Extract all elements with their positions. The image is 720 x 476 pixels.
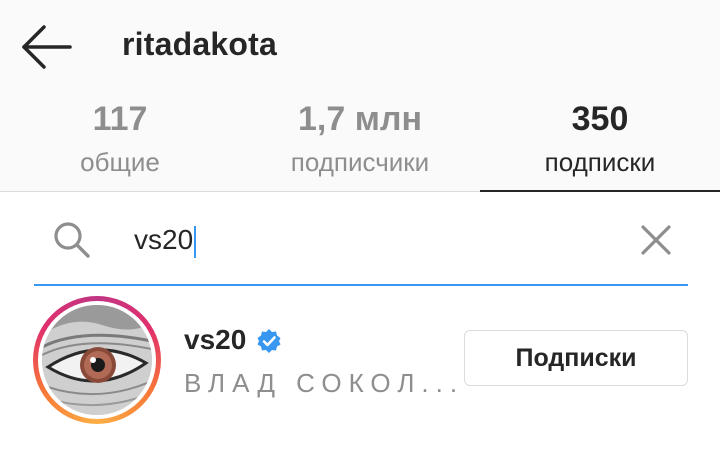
following-button[interactable]: Подписки <box>464 330 688 386</box>
tab-count: 117 <box>92 100 148 138</box>
search-bar[interactable]: vs20 <box>34 198 688 286</box>
text-caret <box>194 225 197 258</box>
tab-count: 350 <box>571 100 629 138</box>
search-input-value: vs20 <box>134 224 194 255</box>
search-icon <box>54 222 90 258</box>
eye-avatar-image <box>42 305 152 415</box>
tab-mutual[interactable]: 117 общие <box>0 96 240 192</box>
list-item[interactable]: vs20 ВЛАД СОКОЛ... Подписки <box>0 290 720 430</box>
search-input[interactable]: vs20 <box>134 220 197 260</box>
tab-label: подписчики <box>290 147 430 177</box>
story-ring[interactable] <box>33 296 161 424</box>
result-username[interactable]: vs20 <box>184 324 246 356</box>
tab-label: общие <box>80 147 160 177</box>
result-full-name: ВЛАД СОКОЛ... <box>184 368 465 398</box>
avatar <box>42 305 152 415</box>
tab-followers[interactable]: 1,7 млн подписчики <box>240 96 480 192</box>
tab-label: подписки <box>544 147 656 177</box>
tab-following[interactable]: 350 подписки <box>480 96 720 192</box>
profile-header: ritadakota 117 общие 1,7 млн подписчики … <box>0 0 720 192</box>
close-icon[interactable] <box>638 222 674 258</box>
arrow-left-icon[interactable] <box>18 22 74 72</box>
profile-username-title: ritadakota <box>122 26 277 62</box>
tab-count: 1,7 млн <box>298 100 422 138</box>
verified-badge-icon <box>257 329 281 353</box>
